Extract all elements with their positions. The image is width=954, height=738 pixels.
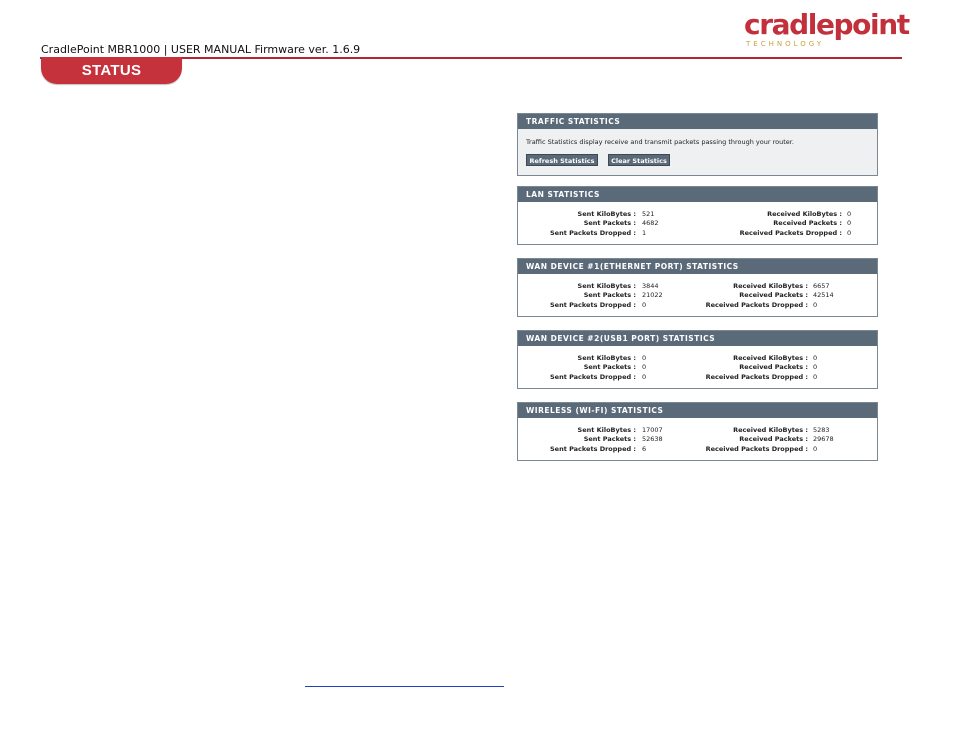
clear-statistics-button[interactable]: Clear Statistics	[608, 154, 670, 166]
stat-value: 0	[813, 301, 818, 309]
stat-label: Sent Packets Dropped :	[549, 301, 636, 309]
lan-statistics-panel: LAN STATISTICS Sent KiloBytes : 521 Sent…	[517, 186, 878, 245]
logo-wordmark: cradlepoint	[744, 8, 910, 41]
traffic-statistics-panel: TRAFFIC STATISTICS Traffic Statistics di…	[517, 113, 878, 176]
stat-value: 521	[642, 210, 655, 218]
stat-label: Received Packets Dropped :	[705, 373, 808, 381]
stat-label: Received Packets :	[739, 291, 808, 299]
wan1-statistics-title: WAN DEVICE #1(ETHERNET PORT) STATISTICS	[518, 259, 877, 274]
stat-value: 6657	[813, 282, 830, 290]
stat-value: 42514	[813, 291, 834, 299]
stat-label: Received Packets Dropped :	[705, 301, 808, 309]
section-tab-status: STATUS	[41, 57, 182, 84]
stat-label: Received Packets :	[739, 435, 808, 443]
wan2-statistics-panel: WAN DEVICE #2(USB1 PORT) STATISTICS Sent…	[517, 330, 878, 389]
stat-label: Received KiloBytes :	[733, 354, 808, 362]
logo-tagline: TECHNOLOGY	[746, 40, 825, 48]
stat-value: 0	[642, 363, 647, 371]
traffic-statistics-title: TRAFFIC STATISTICS	[518, 114, 877, 129]
stat-value: 4682	[642, 219, 659, 227]
traffic-statistics-description: Traffic Statistics display receive and t…	[526, 138, 794, 146]
stat-label: Sent KiloBytes :	[577, 282, 636, 290]
stat-value: 29678	[813, 435, 834, 443]
section-tab-label: STATUS	[81, 62, 142, 79]
wan2-statistics-title: WAN DEVICE #2(USB1 PORT) STATISTICS	[518, 331, 877, 346]
document-title: CradlePoint MBR1000 | USER MANUAL Firmwa…	[41, 43, 361, 56]
stat-label: Received KiloBytes :	[733, 426, 808, 434]
lan-statistics-title: LAN STATISTICS	[518, 187, 877, 202]
stat-label: Received Packets :	[773, 219, 842, 227]
stat-label: Sent Packets :	[583, 363, 636, 371]
stat-value: 0	[847, 210, 852, 218]
stat-value: 52638	[642, 435, 663, 443]
stat-value: 21022	[642, 291, 663, 299]
stat-value: 0	[847, 219, 852, 227]
stat-label: Received Packets Dropped :	[705, 445, 808, 453]
stat-value: 0	[813, 354, 818, 362]
stat-value: 0	[847, 229, 852, 237]
stat-label: Sent KiloBytes :	[577, 210, 636, 218]
stat-label: Received KiloBytes :	[733, 282, 808, 290]
stat-value: 5283	[813, 426, 830, 434]
stat-label: Sent Packets Dropped :	[549, 373, 636, 381]
cradlepoint-logo: cradlepoint TECHNOLOGY	[744, 8, 910, 48]
wifi-statistics-title: WIRELESS (WI-FI) STATISTICS	[518, 403, 877, 418]
wifi-statistics-panel: WIRELESS (WI-FI) STATISTICS Sent KiloByt…	[517, 402, 878, 461]
stat-label: Received Packets :	[739, 363, 808, 371]
stat-value: 0	[813, 373, 818, 381]
hyperlink-underline[interactable]	[305, 686, 504, 687]
stat-label: Sent Packets :	[583, 291, 636, 299]
stat-value: 1	[642, 229, 647, 237]
stat-label: Sent KiloBytes :	[577, 354, 636, 362]
stat-value: 0	[642, 373, 647, 381]
stat-value: 3844	[642, 282, 659, 290]
stat-label: Received Packets Dropped :	[739, 229, 842, 237]
stat-value: 6	[642, 445, 647, 453]
stat-label: Sent KiloBytes :	[577, 426, 636, 434]
stat-value: 0	[813, 363, 818, 371]
stat-label: Sent Packets Dropped :	[549, 445, 636, 453]
stat-value: 0	[642, 354, 647, 362]
stat-label: Received KiloBytes :	[767, 210, 842, 218]
wan1-statistics-panel: WAN DEVICE #1(ETHERNET PORT) STATISTICS …	[517, 258, 878, 317]
stat-value: 0	[813, 445, 818, 453]
refresh-statistics-button[interactable]: Refresh Statistics	[526, 154, 598, 166]
stat-value: 17007	[642, 426, 663, 434]
stat-label: Sent Packets :	[583, 435, 636, 443]
stat-label: Sent Packets Dropped :	[549, 229, 636, 237]
stat-value: 0	[642, 301, 647, 309]
stat-label: Sent Packets :	[583, 219, 636, 227]
